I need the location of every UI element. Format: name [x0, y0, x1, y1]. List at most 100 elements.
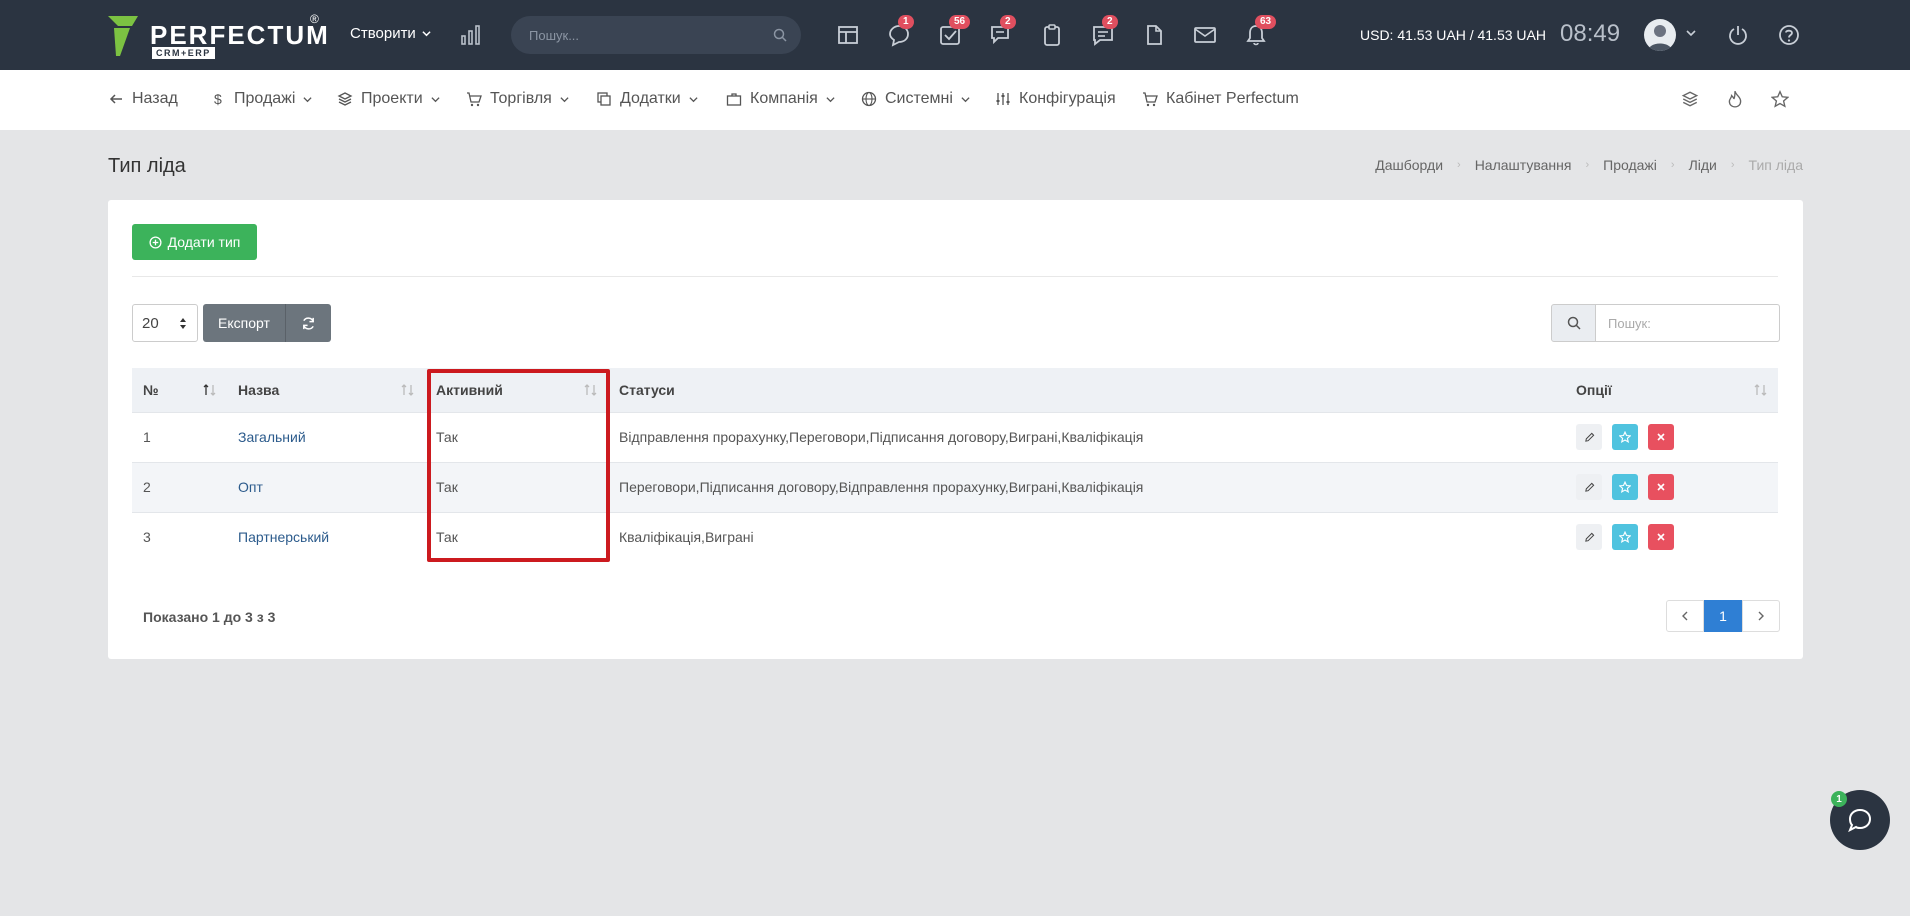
close-icon	[1657, 483, 1665, 491]
clipboard-icon[interactable]	[1039, 22, 1065, 48]
edit-button[interactable]	[1576, 424, 1602, 450]
page-length-select[interactable]: 20	[132, 304, 198, 342]
power-icon[interactable]	[1727, 24, 1749, 46]
search-icon[interactable]	[773, 28, 787, 42]
cell-number: 2	[132, 461, 227, 512]
mail-icon[interactable]	[1192, 22, 1218, 48]
bell-icon[interactable]: 63	[1243, 15, 1277, 48]
cell-name-link[interactable]: Опт	[227, 461, 425, 512]
breadcrumb-leads[interactable]: Ліди	[1689, 157, 1717, 173]
create-label: Створити	[350, 25, 416, 42]
global-search-input[interactable]	[529, 16, 759, 54]
pagination-prev[interactable]	[1666, 600, 1704, 632]
nav-back[interactable]: Назад	[108, 90, 178, 108]
cell-statuses: Відправлення прорахунку,Переговори,Підпи…	[608, 411, 1565, 462]
cell-active: Так	[425, 411, 608, 462]
nav-cabinet[interactable]: Кабінет Perfectum	[1142, 90, 1299, 108]
star-icon[interactable]	[1771, 90, 1789, 108]
nav-company[interactable]: Компанія	[726, 90, 835, 108]
table-row: 3 Партнерський Так Кваліфікація,Виграні	[132, 511, 1778, 562]
avatar[interactable]	[1644, 19, 1676, 51]
top-bar: PERFECTUM ® CRM+ERP Створити 1 56 2 2	[0, 0, 1910, 70]
delete-button[interactable]	[1648, 524, 1674, 551]
chevron-down-icon[interactable]	[1686, 28, 1696, 38]
nav-sales[interactable]: $ Продажі	[210, 90, 313, 108]
page-title: Тип ліда	[108, 155, 186, 177]
export-button[interactable]: Експорт	[203, 304, 286, 342]
column-header-name[interactable]: Назва	[227, 368, 425, 412]
brand-registered-mark: ®	[310, 12, 319, 26]
favorite-button[interactable]	[1612, 524, 1638, 551]
create-dropdown[interactable]: Створити	[350, 25, 431, 42]
svg-text:$: $	[214, 91, 222, 107]
cell-number: 3	[132, 511, 227, 562]
column-header-active[interactable]: Активний	[425, 368, 608, 412]
table-search-button[interactable]	[1551, 304, 1596, 342]
nav-system[interactable]: Системні	[861, 90, 970, 108]
file-icon[interactable]	[1141, 22, 1167, 48]
column-header-options[interactable]: Опції	[1565, 368, 1778, 412]
delete-button[interactable]	[1648, 424, 1674, 450]
global-search[interactable]	[511, 16, 801, 54]
favorite-button[interactable]	[1612, 424, 1638, 450]
chevron-down-icon	[560, 96, 569, 102]
discussions-icon[interactable]: 2	[988, 15, 1016, 48]
layers-icon[interactable]	[1681, 90, 1699, 108]
fire-icon[interactable]	[1726, 90, 1744, 108]
edit-button[interactable]	[1576, 474, 1602, 500]
table-search-input[interactable]	[1596, 304, 1780, 342]
cell-name-link[interactable]: Партнерський	[227, 511, 425, 562]
nav-addons-label: Додатки	[620, 90, 681, 107]
refresh-button[interactable]	[286, 304, 331, 342]
pagination-next[interactable]	[1742, 600, 1780, 632]
chevron-down-icon	[303, 96, 313, 102]
cell-number: 1	[132, 411, 227, 462]
sort-asc-icon	[203, 384, 216, 396]
dashboard-icon[interactable]	[835, 22, 861, 48]
nav-addons[interactable]: Додатки	[596, 90, 698, 108]
help-icon[interactable]	[1778, 24, 1800, 46]
pagination-page[interactable]: 1	[1704, 600, 1742, 632]
brand-subtitle: CRM+ERP	[152, 47, 215, 59]
tasks-icon[interactable]: 56	[937, 15, 971, 48]
column-header-number-label: №	[143, 381, 159, 398]
cell-statuses: Переговори,Підписання договору,Відправле…	[608, 461, 1565, 512]
add-type-button[interactable]: Додати тип	[132, 224, 257, 260]
edit-button[interactable]	[1576, 524, 1602, 551]
column-header-statuses: Статуси	[608, 368, 1565, 412]
table-row: 2 Опт Так Переговори,Підписання договору…	[132, 461, 1778, 512]
divider	[132, 276, 1778, 277]
nav-sales-label: Продажі	[234, 90, 296, 107]
cell-active: Так	[425, 511, 608, 562]
nav-trade[interactable]: Торгівля	[466, 90, 569, 108]
column-header-number[interactable]: №	[132, 368, 227, 412]
nav-config[interactable]: Конфігурація	[995, 90, 1116, 108]
column-header-options-label: Опції	[1576, 381, 1612, 398]
chart-icon[interactable]	[460, 24, 482, 46]
chevron-right-icon	[1758, 611, 1764, 621]
nav-cabinet-label: Кабінет Perfectum	[1166, 90, 1299, 107]
chevron-down-icon	[431, 96, 440, 102]
breadcrumb-settings[interactable]: Налаштування	[1475, 157, 1572, 173]
edit-icon	[1584, 482, 1594, 492]
cell-active: Так	[425, 461, 608, 512]
messages-icon[interactable]: 2	[1090, 15, 1118, 48]
page-length-value: 20	[142, 315, 159, 332]
breadcrumb-sales[interactable]: Продажі	[1603, 157, 1657, 173]
delete-button[interactable]	[1648, 474, 1674, 500]
chat-badge: 1	[898, 15, 914, 29]
table-info: Показано 1 до 3 з 3	[143, 609, 276, 625]
cell-name-link[interactable]: Загальний	[227, 411, 425, 462]
briefcase-icon	[726, 93, 742, 106]
table-search	[1551, 304, 1780, 342]
breadcrumb-dashboards[interactable]: Дашборди	[1375, 157, 1443, 173]
sliders-icon	[996, 93, 1010, 105]
discussions-badge: 2	[1000, 15, 1016, 29]
favorite-button[interactable]	[1612, 474, 1638, 500]
star-icon	[1619, 531, 1631, 544]
edit-icon	[1584, 432, 1594, 442]
perfectum-logo[interactable]: PERFECTUM ® CRM+ERP	[108, 12, 328, 60]
chat-icon[interactable]: 1	[886, 15, 914, 48]
add-type-label: Додати тип	[167, 234, 241, 250]
nav-projects[interactable]: Проекти	[337, 90, 440, 108]
